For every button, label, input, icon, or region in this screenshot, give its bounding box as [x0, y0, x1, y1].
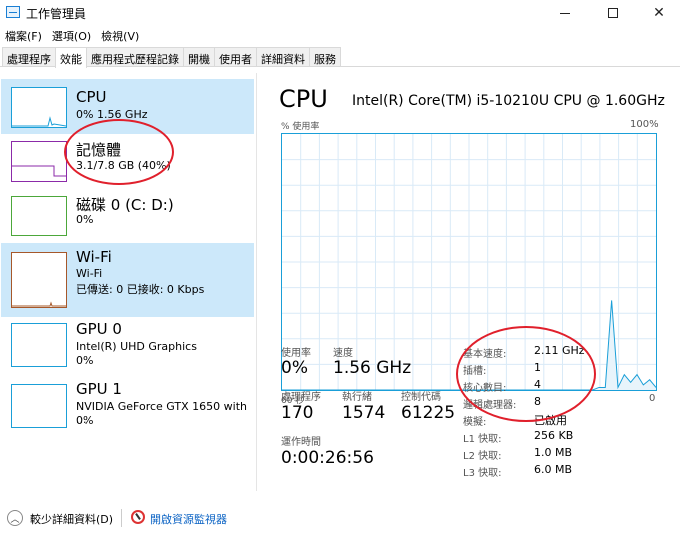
cpu-model-name: Intel(R) Core(TM) i5-10210U CPU @ 1.60GH… [352, 93, 665, 109]
threads-label: 執行緒 [342, 392, 372, 403]
close-icon: ✕ [653, 5, 665, 21]
wifi-thumbnail-graph [11, 252, 67, 308]
task-manager-icon [6, 6, 20, 18]
handles-value: 61225 [401, 403, 456, 423]
processes-value: 170 [281, 403, 314, 423]
gpu1-thumbnail-graph [11, 384, 67, 428]
uptime-label: 運作時間 [281, 437, 321, 448]
processes-label: 處理程序 [281, 392, 321, 403]
sidebar-item-gpu1[interactable]: GPU 1 NVIDIA GeForce GTX 1650 with ... 0… [1, 379, 254, 439]
graph-x-min: 0 [649, 393, 656, 404]
minimize-button[interactable] [542, 0, 588, 26]
resource-monitor-icon [131, 510, 145, 524]
divider [121, 509, 122, 527]
sidebar-item-label: Wi-Fi [76, 248, 112, 266]
sidebar-item-usage: 0% [76, 354, 94, 367]
sidebar-item-cpu[interactable]: CPU 0% 1.56 GHz [1, 79, 254, 134]
chevron-up-icon[interactable]: ︿ [7, 510, 23, 526]
minimize-icon [560, 12, 570, 14]
usage-value: 0% [281, 358, 308, 378]
page-title: CPU [279, 85, 328, 113]
cpu-thumbnail-graph [11, 87, 67, 128]
spec-label: 基本速度: [463, 349, 507, 360]
uptime-value: 0:00:26:56 [281, 448, 374, 468]
maximize-button[interactable] [590, 0, 636, 26]
sidebar-item-throughput: 已傳送: 0 已接收: 0 Kbps [76, 283, 205, 296]
spec-value: 已啟用 [534, 414, 567, 427]
spec-value: 4 [534, 378, 541, 391]
tab-performance[interactable]: 效能 [55, 47, 87, 68]
speed-label: 速度 [333, 348, 353, 359]
threads-value: 1574 [342, 403, 386, 423]
sidebar-item-label: GPU 1 [76, 380, 122, 398]
sidebar-item-wifi[interactable]: Wi-Fi Wi-Fi 已傳送: 0 已接收: 0 Kbps [1, 243, 254, 317]
window-title: 工作管理員 [26, 7, 87, 21]
resource-sidebar: CPU 0% 1.56 GHz 記憶體 3.1/7.8 GB (40%) 磁碟 … [0, 73, 257, 491]
spec-value: 1 [534, 361, 541, 374]
handles-label: 控制代碼 [401, 392, 441, 403]
close-button[interactable]: ✕ [636, 0, 680, 26]
tab-details[interactable]: 詳細資料 [256, 47, 310, 66]
menu-file[interactable]: 檔案(F) [0, 26, 47, 46]
sidebar-item-detail: 3.1/7.8 GB (40%) [76, 159, 171, 172]
spec-value: 256 KB [534, 429, 574, 442]
memory-thumbnail-graph [11, 141, 67, 182]
sidebar-item-disk[interactable]: 磁碟 0 (C: D:) 0% [1, 191, 254, 243]
graph-y-label: % 使用率 [281, 122, 320, 132]
maximize-icon [608, 8, 618, 18]
open-resource-monitor-link[interactable]: 開啟資源監視器 [150, 511, 227, 527]
spec-value: 8 [534, 395, 541, 408]
tab-services[interactable]: 服務 [309, 47, 341, 66]
spec-value: 6.0 MB [534, 463, 573, 476]
tab-app-history[interactable]: 應用程式歷程記錄 [86, 47, 184, 66]
usage-label: 使用率 [281, 348, 311, 359]
graph-y-max: 100% [630, 119, 659, 130]
cpu-detail-panel: CPU Intel(R) Core(TM) i5-10210U CPU @ 1.… [258, 73, 680, 491]
tab-processes[interactable]: 處理程序 [2, 47, 56, 66]
spec-label: 模擬: [463, 417, 487, 428]
tab-startup[interactable]: 開機 [183, 47, 215, 66]
sidebar-item-detail: 0% [76, 213, 94, 226]
spec-label: L3 快取: [463, 468, 502, 479]
speed-value: 1.56 GHz [333, 358, 412, 378]
spec-label: L1 快取: [463, 434, 502, 445]
menu-bar: 檔案(F) 選項(O) 檢視(V) [0, 26, 144, 46]
sidebar-item-detail: Intel(R) UHD Graphics [76, 340, 197, 353]
bottom-bar: ︿ 較少詳細資料(D) 開啟資源監視器 [0, 500, 680, 538]
spec-label: 核心數目: [463, 383, 507, 394]
menu-options[interactable]: 選項(O) [47, 26, 96, 46]
spec-label: 插槽: [463, 366, 487, 377]
sidebar-item-gpu0[interactable]: GPU 0 Intel(R) UHD Graphics 0% [1, 319, 254, 379]
tab-users[interactable]: 使用者 [214, 47, 257, 66]
sidebar-item-usage: 0% [76, 414, 94, 427]
sidebar-item-memory[interactable]: 記憶體 3.1/7.8 GB (40%) [1, 135, 254, 191]
sidebar-item-detail: Wi-Fi [76, 267, 103, 280]
sidebar-item-detail: NVIDIA GeForce GTX 1650 with ... [76, 400, 247, 426]
title-bar: 工作管理員 ✕ [0, 0, 680, 26]
disk-thumbnail-graph [11, 196, 67, 236]
sidebar-item-detail: 0% 1.56 GHz [76, 108, 148, 121]
spec-value: 1.0 MB [534, 446, 573, 459]
sidebar-item-label: 磁碟 0 (C: D:) [76, 196, 174, 214]
tab-strip: 處理程序 效能 應用程式歷程記錄 開機 使用者 詳細資料 服務 [0, 47, 680, 68]
sidebar-item-label: 記憶體 [76, 141, 122, 159]
fewer-details-button[interactable]: 較少詳細資料(D) [30, 511, 113, 527]
sidebar-item-label: GPU 0 [76, 320, 122, 338]
menu-view[interactable]: 檢視(V) [96, 26, 144, 46]
spec-label: 邏輯處理器: [463, 400, 517, 411]
gpu0-thumbnail-graph [11, 323, 67, 367]
sidebar-item-label: CPU [76, 88, 107, 106]
spec-value: 2.11 GHz [534, 344, 585, 357]
spec-label: L2 快取: [463, 451, 502, 462]
